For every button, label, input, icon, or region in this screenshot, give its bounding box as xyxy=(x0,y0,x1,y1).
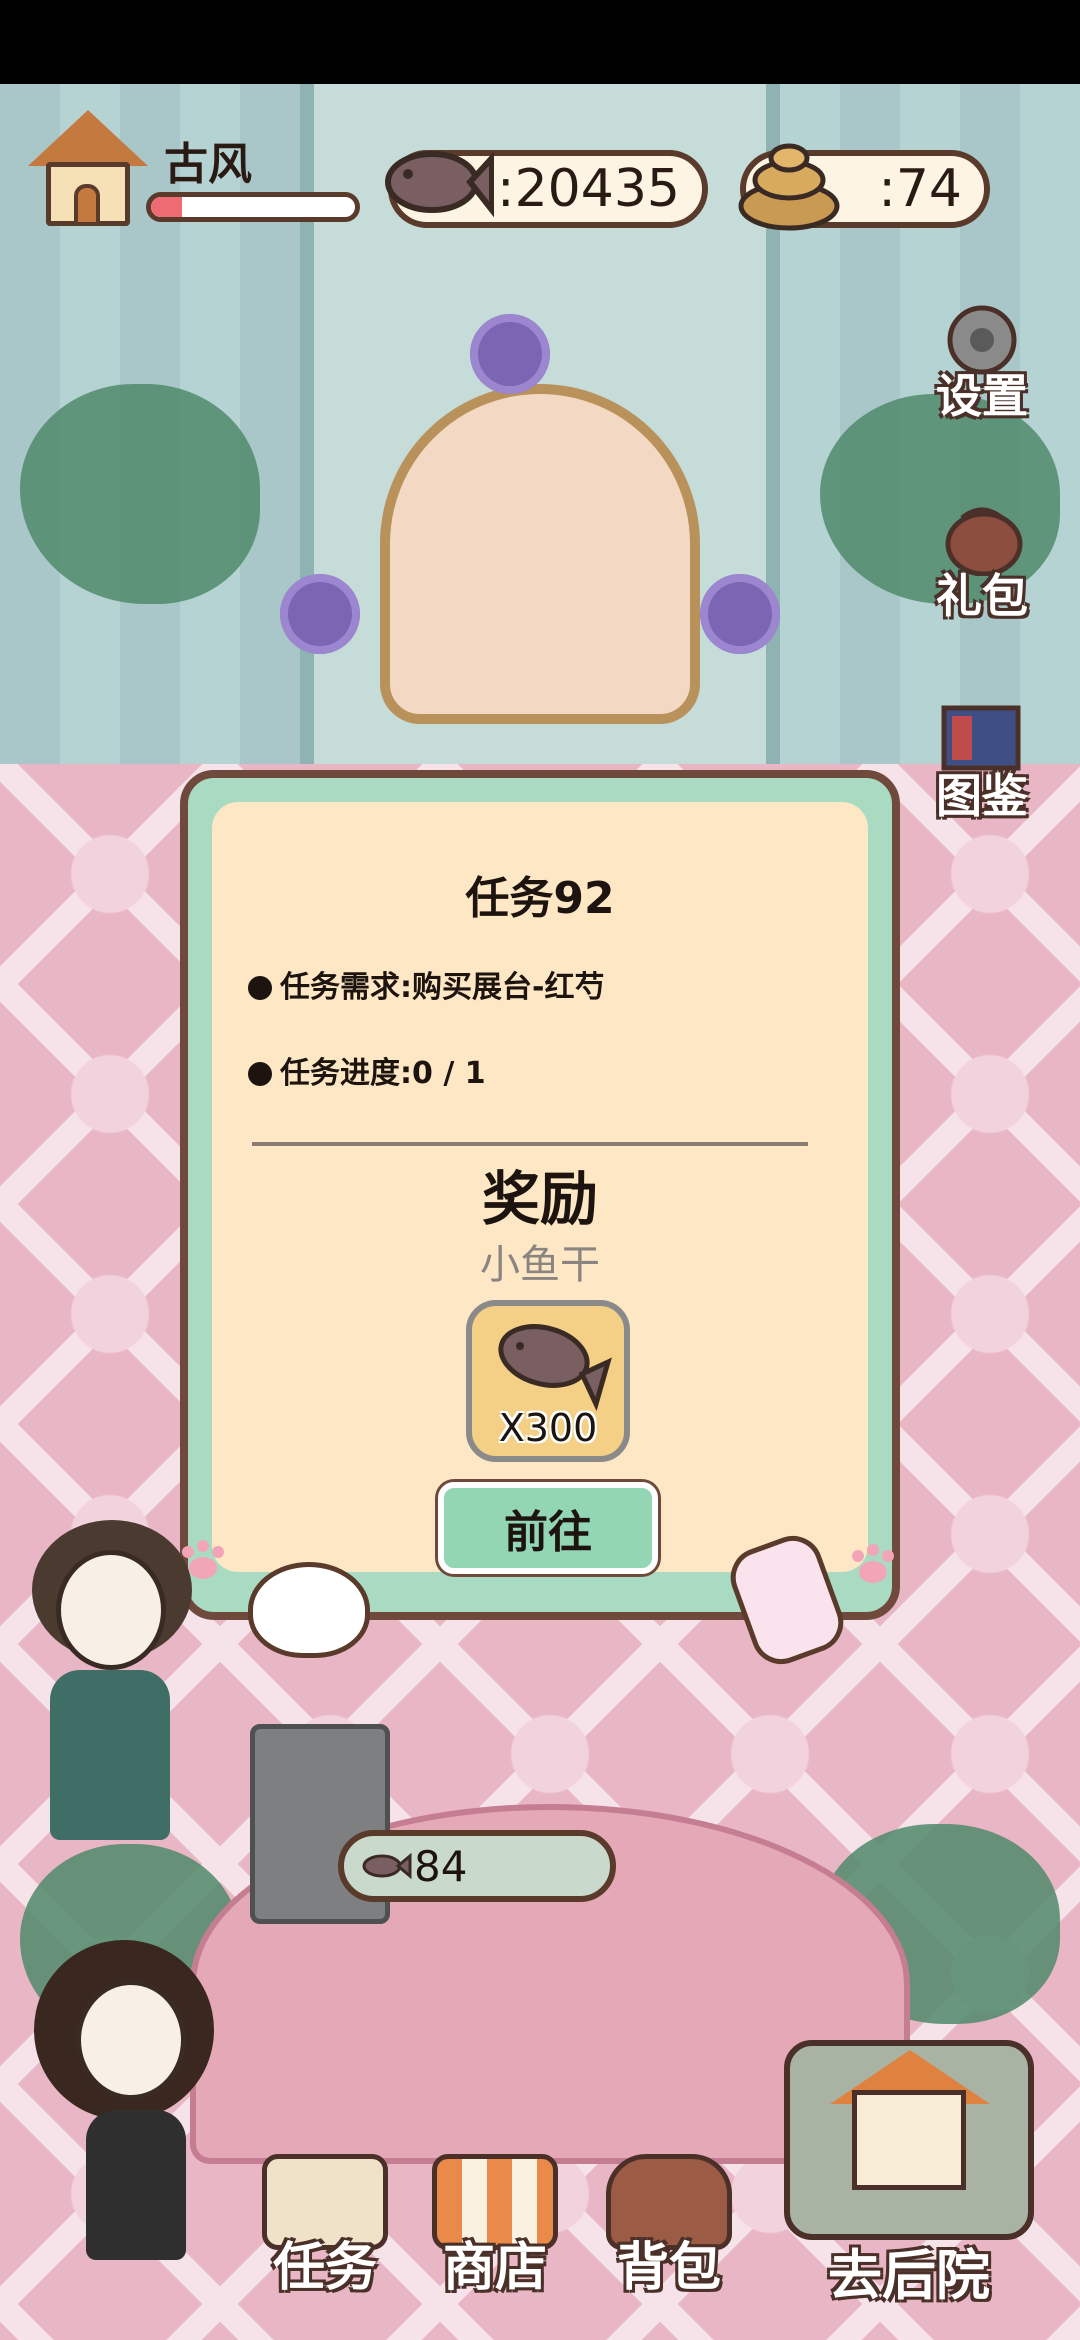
dried-fish-icon xyxy=(362,1852,412,1880)
task-dialog: 任务92 任务需求:购买展台-红芍 任务进度:0 / 1 奖励 小鱼干 X300… xyxy=(180,770,900,1620)
nav-shop-label: 商店 xyxy=(442,2238,547,2298)
nav-bag-label: 背包 xyxy=(616,2238,721,2298)
character-face xyxy=(56,1550,166,1670)
cat-face-decoration xyxy=(248,1562,370,1658)
reward-item: X300 xyxy=(466,1300,630,1462)
backyard-button[interactable]: 去后院 xyxy=(764,2040,1054,2310)
dried-fish-icon xyxy=(385,151,494,218)
table-fish-counter[interactable]: 84 xyxy=(338,1830,616,1902)
backyard-label: 去后院 xyxy=(828,2244,990,2307)
character-face xyxy=(76,1980,186,2100)
nav-bag-button[interactable]: 背包 xyxy=(594,2150,744,2300)
task-dialog-panel: 任务92 任务需求:购买展台-红芍 任务进度:0 / 1 奖励 小鱼干 X300… xyxy=(212,802,868,1574)
catalog-label: 图鉴 xyxy=(936,769,1028,823)
poop-count: :74 xyxy=(878,159,962,219)
reward-title: 奖励 xyxy=(481,1165,598,1233)
reward-name: 小鱼干 xyxy=(480,1242,600,1288)
house-door xyxy=(74,184,100,226)
catalog-button[interactable]: 图鉴 xyxy=(916,690,1048,830)
settings-label: 设置 xyxy=(936,369,1028,423)
home-icon[interactable] xyxy=(28,110,148,230)
scene-name: 古风 xyxy=(164,139,252,190)
divider xyxy=(252,1142,808,1146)
violet-flower xyxy=(470,314,550,394)
status-bar xyxy=(0,0,1080,84)
poop-icon xyxy=(738,143,840,231)
task-title: 任务92 xyxy=(465,873,615,924)
violet-flower xyxy=(700,574,780,654)
gift-pack-button[interactable]: 礼包 xyxy=(916,490,1048,630)
dried-fish-icon xyxy=(498,1324,612,1412)
table-fish-count: 84 xyxy=(414,1841,468,1891)
reward-count: X300 xyxy=(498,1406,598,1450)
character-apron xyxy=(86,2110,186,2260)
house-roof xyxy=(28,110,148,166)
violet-flower xyxy=(280,574,360,654)
go-button[interactable]: 前往 xyxy=(438,1482,658,1574)
gift-pack-label: 礼包 xyxy=(936,569,1028,623)
character-dress xyxy=(50,1670,170,1840)
poop-currency[interactable]: :74 xyxy=(738,143,990,231)
shell-display[interactable] xyxy=(380,384,700,724)
shopkeeper-character[interactable] xyxy=(30,1920,230,2280)
task-requirement: 任务需求:购买展台-红芍 xyxy=(280,970,605,1005)
fish-currency[interactable]: :20435 xyxy=(385,150,708,228)
nav-shop-button[interactable]: 商店 xyxy=(420,2150,570,2300)
bullet-icon xyxy=(248,1062,272,1086)
paw-icon xyxy=(852,1544,894,1583)
house-icon xyxy=(852,2090,966,2190)
nav-task-label: 任务 xyxy=(272,2238,377,2298)
scene-progress-fill xyxy=(151,197,182,217)
task-progress-line: 任务进度:0 / 1 xyxy=(248,1048,486,1092)
scene-progress-bar xyxy=(146,192,360,222)
fish-count: :20435 xyxy=(497,159,680,219)
bullet-icon xyxy=(248,976,272,1000)
task-requirement-line: 任务需求:购买展台-红芍 xyxy=(248,962,604,1006)
settings-button[interactable]: 设置 xyxy=(916,290,1048,430)
nav-task-button[interactable]: 任务 xyxy=(250,2150,400,2300)
task-progress: 任务进度:0 / 1 xyxy=(280,1056,486,1091)
customer-character[interactable] xyxy=(20,1520,200,1840)
